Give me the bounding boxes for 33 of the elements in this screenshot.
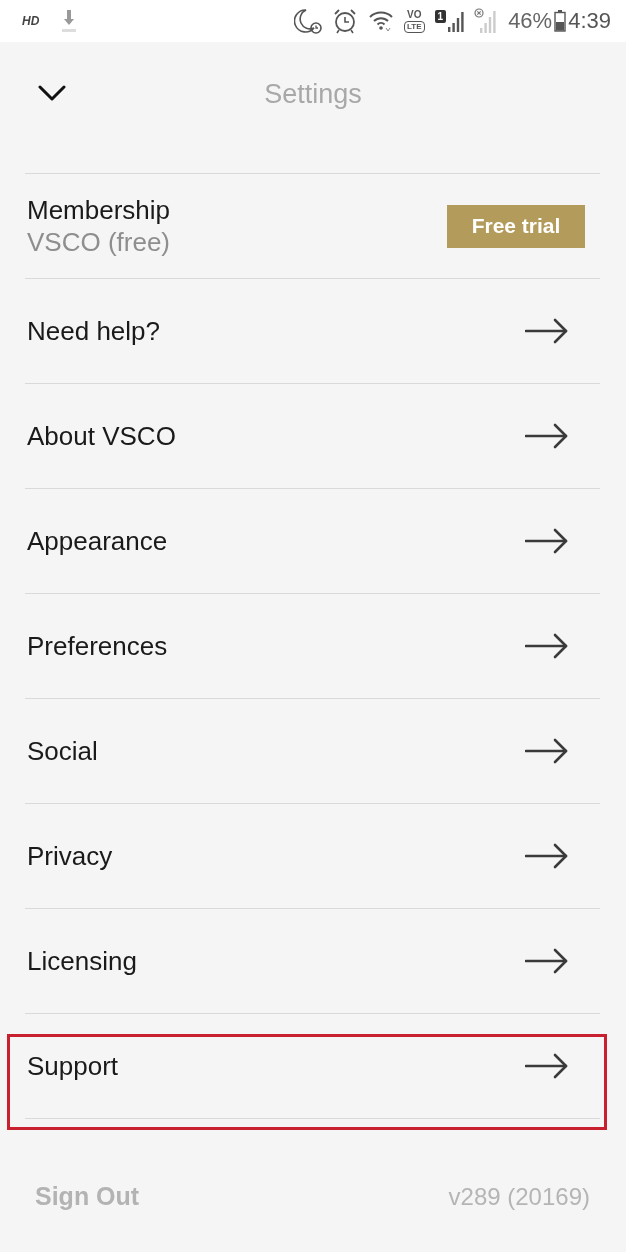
membership-label: Membership — [27, 194, 171, 226]
arrow-right-icon — [525, 633, 568, 659]
page-title: Settings — [264, 77, 362, 111]
volte-label: VO — [407, 9, 422, 20]
settings-menu-item[interactable]: Preferences — [25, 594, 600, 698]
arrow-right-icon — [525, 1053, 568, 1079]
settings-menu-item[interactable]: Licensing — [25, 909, 600, 1013]
settings-menu-item[interactable]: Social — [25, 699, 600, 803]
download-icon — [61, 9, 78, 33]
chevron-down-icon — [38, 85, 66, 101]
battery-icon — [554, 10, 567, 32]
settings-menu-item[interactable]: About VSCO — [25, 384, 600, 488]
moon-alarm-icon — [294, 8, 323, 34]
arrow-right-icon — [525, 738, 568, 764]
no-signal-icon — [474, 8, 499, 34]
sim-badge: 1 — [434, 10, 447, 23]
network-type-label: HD — [22, 13, 40, 30]
settings-menu-item[interactable]: Need help? — [25, 279, 600, 383]
lte-label: LTE — [404, 20, 425, 33]
app-version: v289 (20169) — [448, 1182, 590, 1212]
settings-menu-item[interactable]: Support — [25, 1014, 600, 1118]
settings-menu-item[interactable]: Appearance — [25, 489, 600, 593]
arrow-right-icon — [525, 843, 568, 869]
wifi-icon — [368, 9, 395, 33]
arrow-right-icon — [525, 948, 568, 974]
membership-plan: VSCO (free) — [27, 226, 171, 258]
arrow-right-icon — [525, 528, 568, 554]
arrow-right-icon — [525, 423, 568, 449]
settings-menu-item[interactable]: Privacy — [25, 804, 600, 908]
signal-bars-icon — [448, 10, 465, 32]
battery-percent: 46% — [508, 10, 553, 32]
clock-time: 4:39 — [568, 10, 611, 32]
arrow-right-icon — [525, 318, 568, 344]
